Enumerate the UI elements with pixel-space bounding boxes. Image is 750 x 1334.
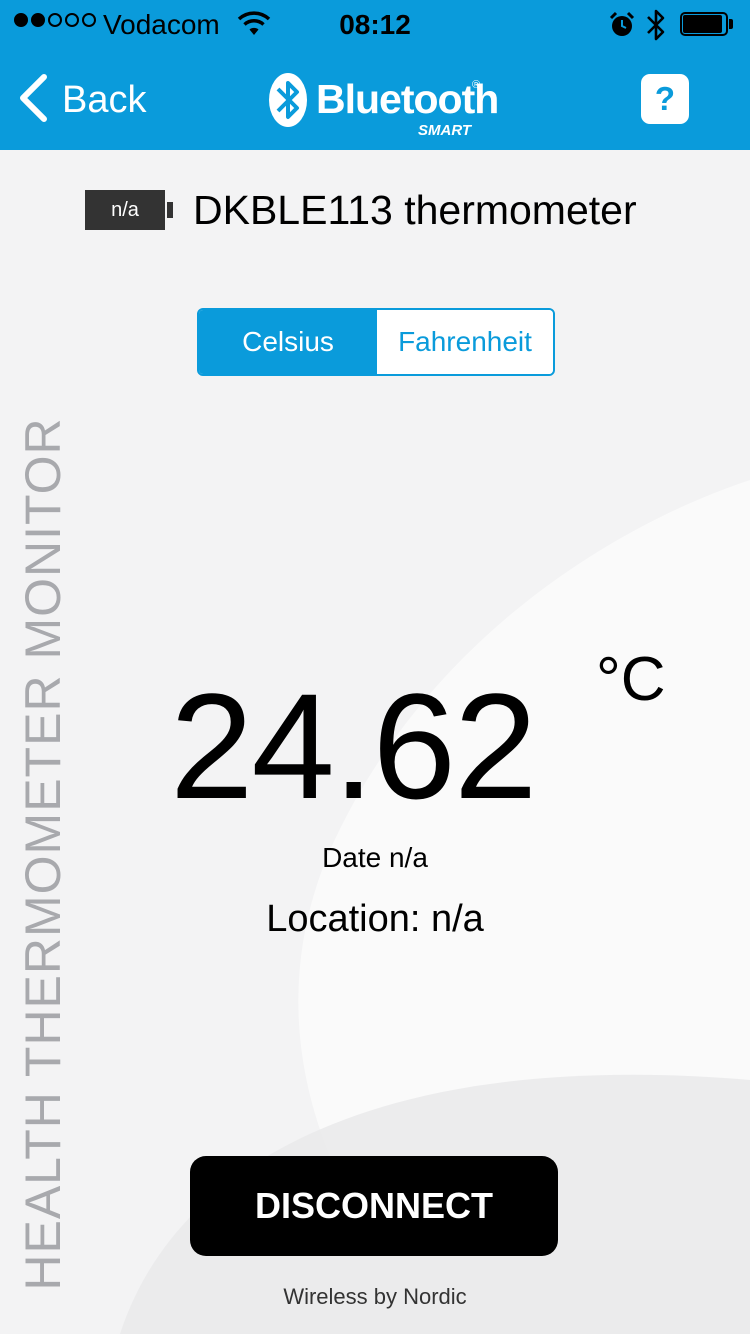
segment-celsius[interactable]: Celsius — [199, 310, 377, 374]
unit-segmented-control: Celsius Fahrenheit — [197, 308, 555, 376]
reading-location: Location: n/a — [266, 898, 484, 940]
alarm-icon — [608, 10, 636, 45]
temperature-value: 24.62 — [170, 662, 537, 830]
reading-date: Date n/a — [322, 842, 428, 873]
top-bar: Vodacom 08:12 Back Bluetooth ® SMART ? — [0, 0, 750, 150]
main-content: HEALTH THERMOMETER MONITOR n/a DKBLE113 … — [0, 150, 750, 1334]
brand-sub: SMART — [418, 122, 472, 139]
chevron-left-icon — [18, 74, 48, 127]
temperature-unit: °C — [596, 645, 666, 714]
bluetooth-logo-icon — [269, 73, 307, 127]
footer-credit: Wireless by Nordic — [283, 1284, 467, 1309]
battery-fill — [683, 15, 722, 33]
question-mark-icon: ? — [654, 80, 676, 117]
help-button[interactable]: ? — [641, 74, 689, 124]
battery-icon — [680, 12, 736, 36]
brand-name: Bluetooth — [316, 76, 499, 122]
back-button[interactable]: Back — [18, 74, 146, 127]
bluetooth-smart-logo: Bluetooth ® SMART — [268, 70, 499, 142]
bluetooth-status-icon — [645, 8, 667, 47]
disconnect-button[interactable]: DISCONNECT — [190, 1156, 558, 1256]
device-battery-text: n/a — [111, 199, 139, 221]
device-header: n/a DKBLE113 thermometer — [85, 185, 637, 235]
segment-fahrenheit[interactable]: Fahrenheit — [377, 310, 553, 374]
status-time: 08:12 — [339, 9, 411, 40]
brand-registered-mark: ® — [472, 79, 481, 91]
device-battery-badge: n/a — [85, 190, 173, 230]
status-bar: Vodacom 08:12 — [0, 0, 750, 52]
back-label: Back — [62, 79, 147, 121]
device-name: DKBLE113 thermometer — [193, 186, 637, 233]
